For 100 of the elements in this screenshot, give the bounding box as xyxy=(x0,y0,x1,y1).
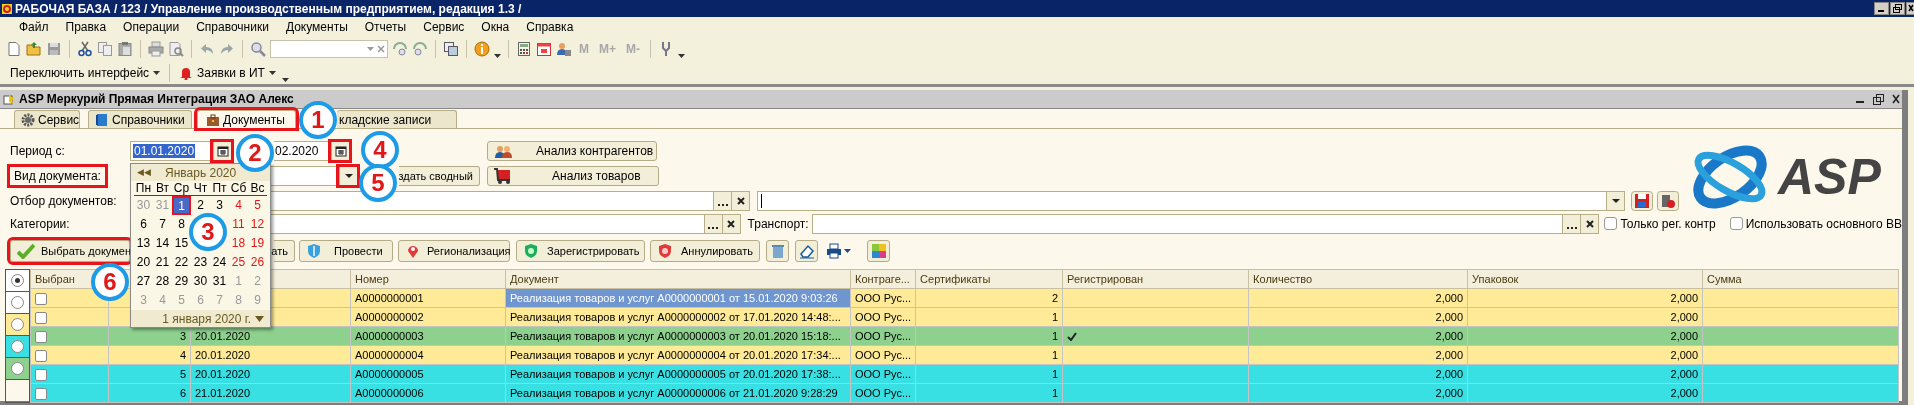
calendar-day[interactable]: 24 xyxy=(212,255,227,270)
action-button[interactable]: Регионализация xyxy=(398,240,510,262)
calendar-day[interactable]: 28 xyxy=(155,274,170,289)
calendar-day[interactable]: 29 xyxy=(174,274,189,289)
search-field[interactable] xyxy=(270,40,388,58)
save-icon[interactable] xyxy=(46,41,62,57)
calendar-day[interactable]: 22 xyxy=(174,255,189,270)
tab[interactable]: Справочники xyxy=(88,110,192,128)
dropdown-arrow-icon[interactable] xyxy=(255,315,264,322)
action-button[interactable]: Аннулировать xyxy=(650,240,760,262)
calendar-day[interactable]: 1 xyxy=(172,196,191,215)
clear-icon[interactable] xyxy=(377,45,385,53)
menu-item[interactable]: Файл xyxy=(18,18,50,36)
menu-item[interactable]: Сервис xyxy=(422,18,466,36)
table-cell[interactable]: Реализация товаров и услуг А0000000005 от 20.01.2020 17:38:... xyxy=(505,364,851,384)
find-previous-icon[interactable] xyxy=(412,41,428,57)
action-button[interactable]: Провести xyxy=(299,240,393,262)
checkbox[interactable] xyxy=(35,349,47,362)
calendar-day[interactable]: 11 xyxy=(232,217,245,232)
delete-settings-icon[interactable] xyxy=(1657,190,1679,211)
clear-button[interactable] xyxy=(721,214,740,233)
checkbox[interactable] xyxy=(35,292,47,305)
action-button[interactable]: Выбрать докумен xyxy=(10,240,130,262)
dropdown-arrow-icon[interactable] xyxy=(367,47,374,51)
caret-icon[interactable] xyxy=(678,54,685,58)
print-preview-icon[interactable] xyxy=(168,41,184,57)
checkbox[interactable] xyxy=(35,330,47,343)
checkbox[interactable] xyxy=(35,368,47,381)
calendar-day[interactable]: 25 xyxy=(231,255,246,270)
eraser-button[interactable] xyxy=(795,240,818,262)
menu-item[interactable]: Справка xyxy=(525,18,575,36)
column-header[interactable]: Номер xyxy=(355,272,389,285)
calendar-day[interactable]: 26 xyxy=(250,255,265,270)
toolbar-button[interactable]: Переключить интерфейс xyxy=(8,63,163,82)
calendar-day[interactable]: 14 xyxy=(155,236,170,251)
printer-icon[interactable] xyxy=(148,41,164,57)
print-button[interactable] xyxy=(826,243,851,259)
table-cell[interactable]: Реализация товаров и услуг А0000000004 от 20.01.2020 17:34:... xyxy=(505,345,851,365)
calendar-day[interactable]: 2 xyxy=(197,198,204,213)
calendar-day[interactable]: 13 xyxy=(136,236,151,251)
action-button[interactable]: Зарегистрировать xyxy=(516,240,645,262)
menu-item[interactable]: Операции xyxy=(122,18,181,36)
menu-item[interactable]: Справочники xyxy=(195,18,270,36)
column-header[interactable]: Количество xyxy=(1253,272,1313,285)
checkbox[interactable] xyxy=(1604,217,1618,230)
clipboard-icon[interactable] xyxy=(117,41,133,57)
calendar-day[interactable]: 19 xyxy=(250,236,265,251)
analysis-button[interactable]: Анализ товаров xyxy=(487,166,659,186)
calendar-button[interactable] xyxy=(331,142,349,160)
ellipsis-button[interactable] xyxy=(713,191,731,210)
new-document-icon[interactable] xyxy=(6,41,22,57)
menu-item[interactable]: Окна xyxy=(480,18,511,36)
radio-button[interactable] xyxy=(11,362,24,375)
calendar-day[interactable]: 5 xyxy=(254,198,261,213)
close-icon[interactable] xyxy=(1906,2,1914,15)
table-cell[interactable]: Реализация товаров и услуг А0000000002 от 17.01.2020 14:48:... xyxy=(505,307,851,327)
radio-button[interactable] xyxy=(11,274,24,287)
column-header[interactable]: Упаковок xyxy=(1472,272,1519,285)
radio-button[interactable] xyxy=(11,296,24,309)
date-field[interactable]: 01.01.2020 xyxy=(130,141,232,161)
calendar-day[interactable]: 6 xyxy=(140,217,147,232)
restore-icon[interactable] xyxy=(1890,2,1905,15)
tab[interactable]: Документы xyxy=(197,110,296,128)
calendar-icon[interactable] xyxy=(536,41,552,57)
dropdown-arrow-button[interactable] xyxy=(339,167,357,185)
caret-icon[interactable] xyxy=(494,54,501,58)
calendar-day[interactable]: 7 xyxy=(159,217,166,232)
create-button[interactable]: здать сводный xyxy=(399,166,480,186)
calendar-day[interactable]: 15 xyxy=(174,236,189,251)
calendar-day[interactable]: 27 xyxy=(136,274,151,289)
find-next-icon[interactable] xyxy=(392,41,408,57)
calendar-day[interactable]: 8 xyxy=(178,217,185,232)
date-field[interactable]: 02.2020 xyxy=(274,141,350,161)
radio-button[interactable] xyxy=(11,318,24,331)
analysis-button[interactable]: Анализ контрагентов xyxy=(487,141,657,161)
menu-item[interactable]: Правка xyxy=(64,18,108,36)
table-cell[interactable]: Реализация товаров и услуг А0000000003 от 20.01.2020 15:18:... xyxy=(505,326,851,346)
windows-icon[interactable] xyxy=(443,41,459,57)
tab[interactable]: кладские записи xyxy=(337,110,457,128)
calendar-button[interactable] xyxy=(213,142,231,160)
minimize-icon[interactable] xyxy=(1874,2,1889,15)
calendar-day[interactable]: 12 xyxy=(250,217,265,232)
save-icon[interactable] xyxy=(1631,190,1653,211)
input-field[interactable] xyxy=(811,213,1600,234)
checkbox[interactable] xyxy=(35,311,47,324)
scissors-icon[interactable] xyxy=(77,41,93,57)
checkbox[interactable] xyxy=(35,387,47,400)
menu-item[interactable]: Документы xyxy=(284,18,349,36)
previous-button[interactable]: ◀◀ xyxy=(137,165,151,180)
column-header[interactable]: Сумма xyxy=(1707,272,1742,285)
calendar-day[interactable]: 31 xyxy=(212,274,227,289)
close-icon[interactable] xyxy=(1892,94,1900,104)
ellipsis-button[interactable] xyxy=(703,214,722,233)
column-header[interactable]: Документ xyxy=(510,272,559,285)
ellipsis-button[interactable] xyxy=(1562,214,1581,233)
search-icon[interactable] xyxy=(250,41,266,57)
calendar-day[interactable]: 4 xyxy=(235,198,242,213)
puzzle-button[interactable] xyxy=(867,240,890,262)
users-icon[interactable] xyxy=(556,41,572,57)
clear-button[interactable] xyxy=(731,191,749,210)
